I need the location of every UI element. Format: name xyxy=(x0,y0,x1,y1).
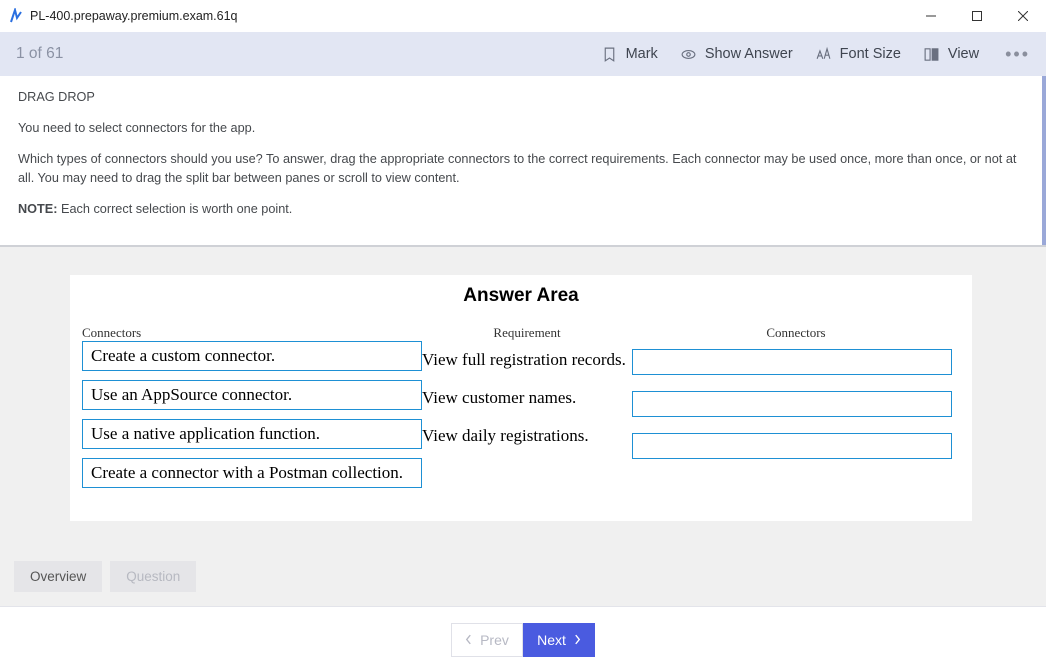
window-title: PL-400.prepaway.premium.exam.61q xyxy=(30,9,238,23)
question-type: DRAG DROP xyxy=(18,88,1024,107)
next-button[interactable]: Next xyxy=(523,623,595,657)
mark-button[interactable]: Mark xyxy=(601,46,658,63)
show-answer-label: Show Answer xyxy=(705,46,793,62)
connectors-source-column: Connectors Create a custom connector. Us… xyxy=(82,325,422,497)
font-size-label: Font Size xyxy=(840,46,901,62)
minimize-button[interactable] xyxy=(908,0,954,32)
content-area: Answer Area Connectors Create a custom c… xyxy=(0,247,1046,606)
requirement-column: Requirement View full registration recor… xyxy=(422,325,632,455)
bookmark-icon xyxy=(601,46,618,63)
connector-option[interactable]: Create a connector with a Postman collec… xyxy=(82,458,422,488)
prev-label: Prev xyxy=(480,632,509,648)
connectors-target-column: Connectors xyxy=(632,325,960,467)
question-counter: 1 of 61 xyxy=(16,45,63,63)
view-layout-icon xyxy=(923,46,940,63)
view-label: View xyxy=(948,46,979,62)
drop-target[interactable] xyxy=(632,349,952,375)
more-button[interactable]: ••• xyxy=(1001,44,1034,65)
drop-target[interactable] xyxy=(632,433,952,459)
title-bar: PL-400.prepaway.premium.exam.61q xyxy=(0,0,1046,32)
requirement-header: Requirement xyxy=(422,325,632,341)
app-window: PL-400.prepaway.premium.exam.61q 1 of 61… xyxy=(0,0,1046,672)
answer-area-title: Answer Area xyxy=(82,285,960,307)
question-intro: You need to select connectors for the ap… xyxy=(18,119,1024,138)
toolbar: 1 of 61 Mark Show Answer Font Size View … xyxy=(0,32,1046,76)
nav-footer: Prev Next xyxy=(0,606,1046,672)
next-label: Next xyxy=(537,632,566,648)
target-header: Connectors xyxy=(632,325,960,341)
eye-icon xyxy=(680,46,697,63)
connector-option[interactable]: Create a custom connector. xyxy=(82,341,422,371)
note-text: Each correct selection is worth one poin… xyxy=(57,202,292,216)
prev-button[interactable]: Prev xyxy=(451,623,523,657)
drop-target[interactable] xyxy=(632,391,952,417)
question-instructions: Which types of connectors should you use… xyxy=(18,150,1024,188)
view-button[interactable]: View xyxy=(923,46,979,63)
close-button[interactable] xyxy=(1000,0,1046,32)
show-answer-button[interactable]: Show Answer xyxy=(680,46,793,63)
app-logo-icon xyxy=(8,8,24,24)
tab-overview[interactable]: Overview xyxy=(14,561,102,592)
tab-question[interactable]: Question xyxy=(110,561,196,592)
chevron-left-icon xyxy=(465,634,472,645)
connector-option[interactable]: Use a native application function. xyxy=(82,419,422,449)
chevron-right-icon xyxy=(574,634,581,645)
requirement-label: View full registration records. xyxy=(422,350,632,370)
maximize-button[interactable] xyxy=(954,0,1000,32)
connector-option[interactable]: Use an AppSource connector. xyxy=(82,380,422,410)
bottom-tabs: Overview Question xyxy=(0,551,1046,602)
font-size-button[interactable]: Font Size xyxy=(815,46,901,63)
note-label: NOTE: xyxy=(18,202,57,216)
mark-label: Mark xyxy=(626,46,658,62)
connectors-header: Connectors xyxy=(82,325,422,341)
requirement-label: View customer names. xyxy=(422,388,632,408)
question-note: NOTE: Each correct selection is worth on… xyxy=(18,200,1024,219)
answer-card: Answer Area Connectors Create a custom c… xyxy=(70,275,972,521)
question-header: DRAG DROP You need to select connectors … xyxy=(0,76,1046,245)
requirement-label: View daily registrations. xyxy=(422,426,632,446)
font-size-icon xyxy=(815,46,832,63)
